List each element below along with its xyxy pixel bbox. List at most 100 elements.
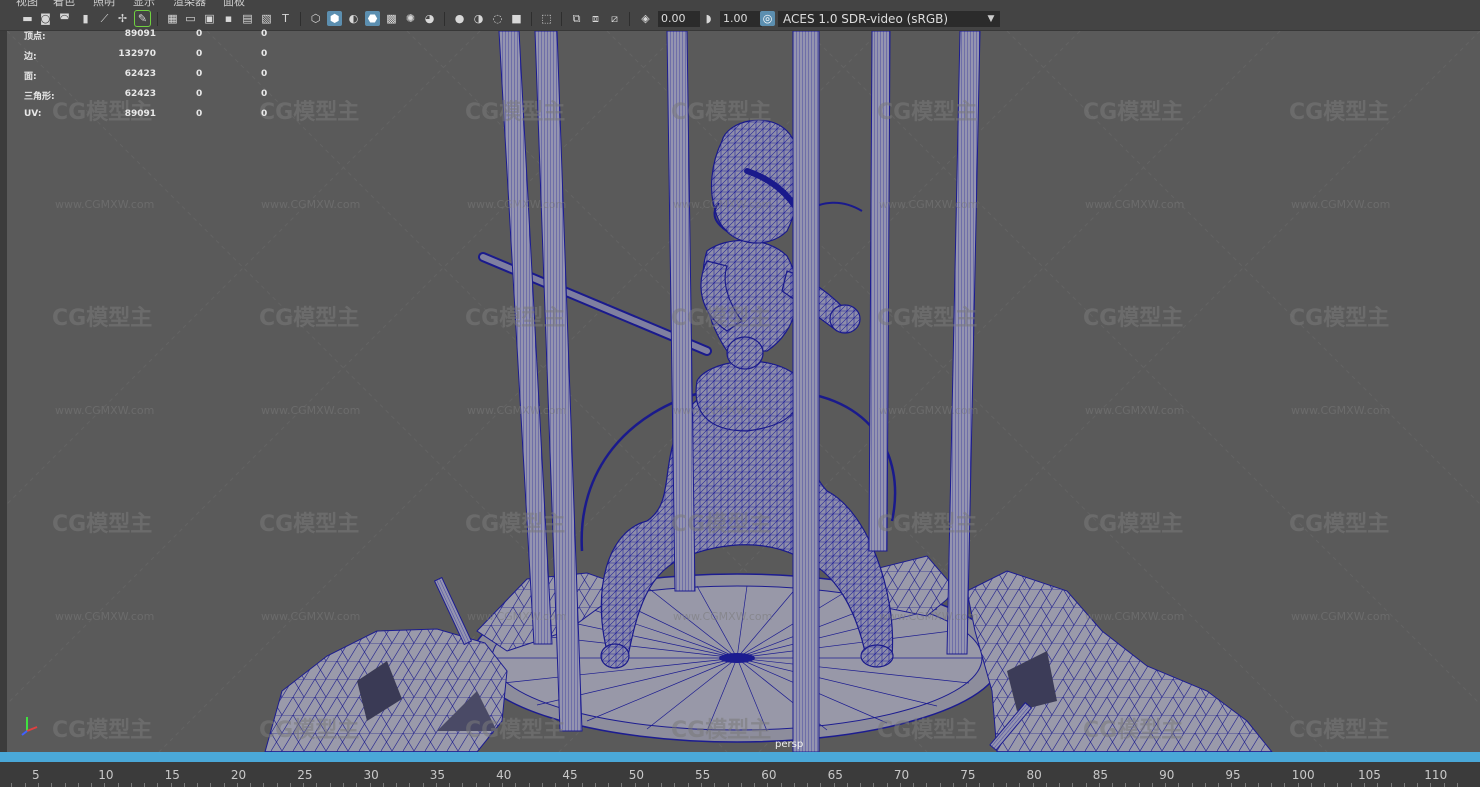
- hud-label: 面:: [24, 72, 37, 82]
- hud-value: 132970: [118, 49, 156, 59]
- select-camera-icon[interactable]: ⟋: [97, 11, 112, 26]
- frame-tick-label: 70: [893, 768, 910, 782]
- resolution-gate-icon[interactable]: ▣: [202, 11, 217, 26]
- image-plane-icon[interactable]: ▮: [78, 11, 93, 26]
- motion-blur-icon[interactable]: ◑: [471, 11, 486, 26]
- colorspace-icon[interactable]: ◎: [760, 11, 775, 26]
- hud-value: 0: [261, 89, 268, 99]
- watermark-logo: CG模型主: [877, 306, 977, 331]
- watermark-logo: CG模型主: [671, 512, 771, 537]
- frame-tick-label: 90: [1159, 768, 1175, 782]
- menu-bar: 视图 着色 照明 显示 渲染器 面板: [0, 0, 1480, 8]
- watermark-url: www.CGMXW.com: [1291, 610, 1390, 623]
- hud-value: 0: [196, 89, 203, 99]
- watermark-logo: CG模型主: [1289, 306, 1389, 331]
- hud-label: UV:: [24, 109, 42, 119]
- frame-tick-label: 60: [761, 768, 777, 782]
- wireframe-icon[interactable]: ⬡: [308, 11, 323, 26]
- hud-label: 边:: [24, 52, 37, 62]
- watermark-logo: CG模型主: [671, 100, 771, 125]
- hud-row: UV: 89091 0 0: [24, 109, 284, 123]
- time-slider[interactable]: 5 10 15 20 25 30 35 40 45 50 55 60 65 70 75 80 85 90 95 100…: [0, 762, 1480, 787]
- watermark-logo: CG模型主: [465, 718, 565, 743]
- sync-icon[interactable]: ⧄: [607, 11, 622, 26]
- watermark-url: www.CGMXW.com: [55, 198, 154, 211]
- bookmark-icon[interactable]: ◚: [57, 11, 72, 26]
- watermark-url: www.CGMXW.com: [879, 404, 978, 417]
- grease-pencil-icon[interactable]: ✎: [134, 10, 151, 27]
- camera-label: persp: [775, 739, 804, 750]
- frame-tick-label: 65: [827, 768, 843, 782]
- four-panel-icon[interactable]: ⧈: [588, 11, 603, 26]
- watermark-logo: CG模型主: [671, 718, 771, 743]
- shade-wire-icon[interactable]: ◐: [346, 11, 361, 26]
- exposure-field[interactable]: 0.00: [658, 11, 700, 27]
- watermark-logo: CG模型主: [52, 512, 152, 537]
- multisample-icon[interactable]: ◌: [490, 11, 505, 26]
- frame-tick-label: 15: [164, 768, 180, 782]
- watermark-url: www.CGMXW.com: [261, 198, 360, 211]
- watermark-logo: CG模型主: [1083, 306, 1183, 331]
- chevron-down-icon[interactable]: ▼: [982, 11, 1000, 27]
- menu-5[interactable]: 面板: [223, 0, 245, 8]
- frame-tick-label: 45: [562, 768, 578, 782]
- gamma-icon[interactable]: ◗: [701, 11, 716, 26]
- watermark-url: www.CGMXW.com: [1085, 198, 1184, 211]
- hud-value: 0: [196, 49, 203, 59]
- watermark-url: www.CGMXW.com: [1085, 610, 1184, 623]
- frame-tick-label: 100: [1291, 768, 1315, 782]
- hud-value: 62423: [124, 89, 156, 99]
- isolate-icon[interactable]: ■: [509, 11, 524, 26]
- gate-mask-icon[interactable]: ▪: [221, 11, 236, 26]
- axis-gizmo: [21, 717, 38, 736]
- watermark-logo: CG模型主: [52, 718, 152, 743]
- frame-tick-label: 95: [1225, 768, 1241, 782]
- wireframe-scene: CG模型主 CG模型主 CG模型主 CG模型主 CG模型主 CG模型主 CG模型…: [7, 31, 1480, 752]
- hud-label: 三角形:: [24, 92, 55, 102]
- watermark-logo: CG模型主: [259, 718, 359, 743]
- menu-3[interactable]: 显示: [133, 0, 155, 8]
- watermark-url: www.CGMXW.com: [467, 404, 566, 417]
- two-panel-icon[interactable]: ⧉: [569, 11, 584, 26]
- camera-select-icon[interactable]: ▬: [20, 11, 35, 26]
- menu-1[interactable]: 着色: [53, 0, 75, 8]
- safe-title-icon[interactable]: T: [278, 11, 293, 26]
- frame-tick-label: 55: [695, 768, 711, 782]
- watermark-logo: CG模型主: [465, 100, 565, 125]
- menu-2[interactable]: 照明: [93, 0, 115, 8]
- left-panel-edge: [0, 31, 7, 752]
- watermark-logo: CG模型主: [877, 512, 977, 537]
- smooth-shade-icon[interactable]: ⬢: [327, 11, 342, 26]
- hud-row: 边: 132970 0 0: [24, 49, 284, 63]
- hud-value: 89091: [124, 109, 156, 119]
- grid-icon[interactable]: ▦: [165, 11, 180, 26]
- hud-value: 0: [196, 109, 203, 119]
- shadows-icon[interactable]: ◕: [422, 11, 437, 26]
- safe-action-icon[interactable]: ▧: [259, 11, 274, 26]
- camera-attributes-icon[interactable]: ◙: [38, 11, 53, 26]
- film-gate-icon[interactable]: ▭: [183, 11, 198, 26]
- xray-icon[interactable]: ⬚: [539, 11, 554, 26]
- field-chart-icon[interactable]: ▤: [240, 11, 255, 26]
- watermark-url: www.CGMXW.com: [467, 198, 566, 211]
- move-tool-icon[interactable]: ✢: [115, 11, 130, 26]
- exposure-icon[interactable]: ◈: [638, 11, 653, 26]
- watermark-logo: CG模型主: [259, 306, 359, 331]
- persp-viewport[interactable]: CG模型主 CG模型主 CG模型主 CG模型主 CG模型主 CG模型主 CG模型…: [7, 31, 1480, 752]
- range-bar[interactable]: [0, 752, 1480, 762]
- frame-tick-label: 30: [363, 768, 379, 782]
- menu-0[interactable]: 视图: [16, 0, 38, 8]
- textured-icon[interactable]: ⬣: [365, 11, 380, 26]
- watermark-logo: CG模型主: [671, 306, 771, 331]
- watermark-url: www.CGMXW.com: [55, 404, 154, 417]
- frame-tick-label: 75: [960, 768, 976, 782]
- menu-4[interactable]: 渲染器: [173, 0, 206, 8]
- colorspace-dropdown[interactable]: ACES 1.0 SDR-video (sRGB): [778, 11, 1000, 27]
- watermark-logo: CG模型主: [465, 306, 565, 331]
- watermark-url: www.CGMXW.com: [1291, 198, 1390, 211]
- ao-icon[interactable]: ●: [452, 11, 467, 26]
- gamma-field[interactable]: 1.00: [720, 11, 762, 27]
- default-lighting-icon[interactable]: ▩: [384, 11, 399, 26]
- lights-icon[interactable]: ✺: [403, 11, 418, 26]
- frame-tick-label: 40: [496, 768, 512, 782]
